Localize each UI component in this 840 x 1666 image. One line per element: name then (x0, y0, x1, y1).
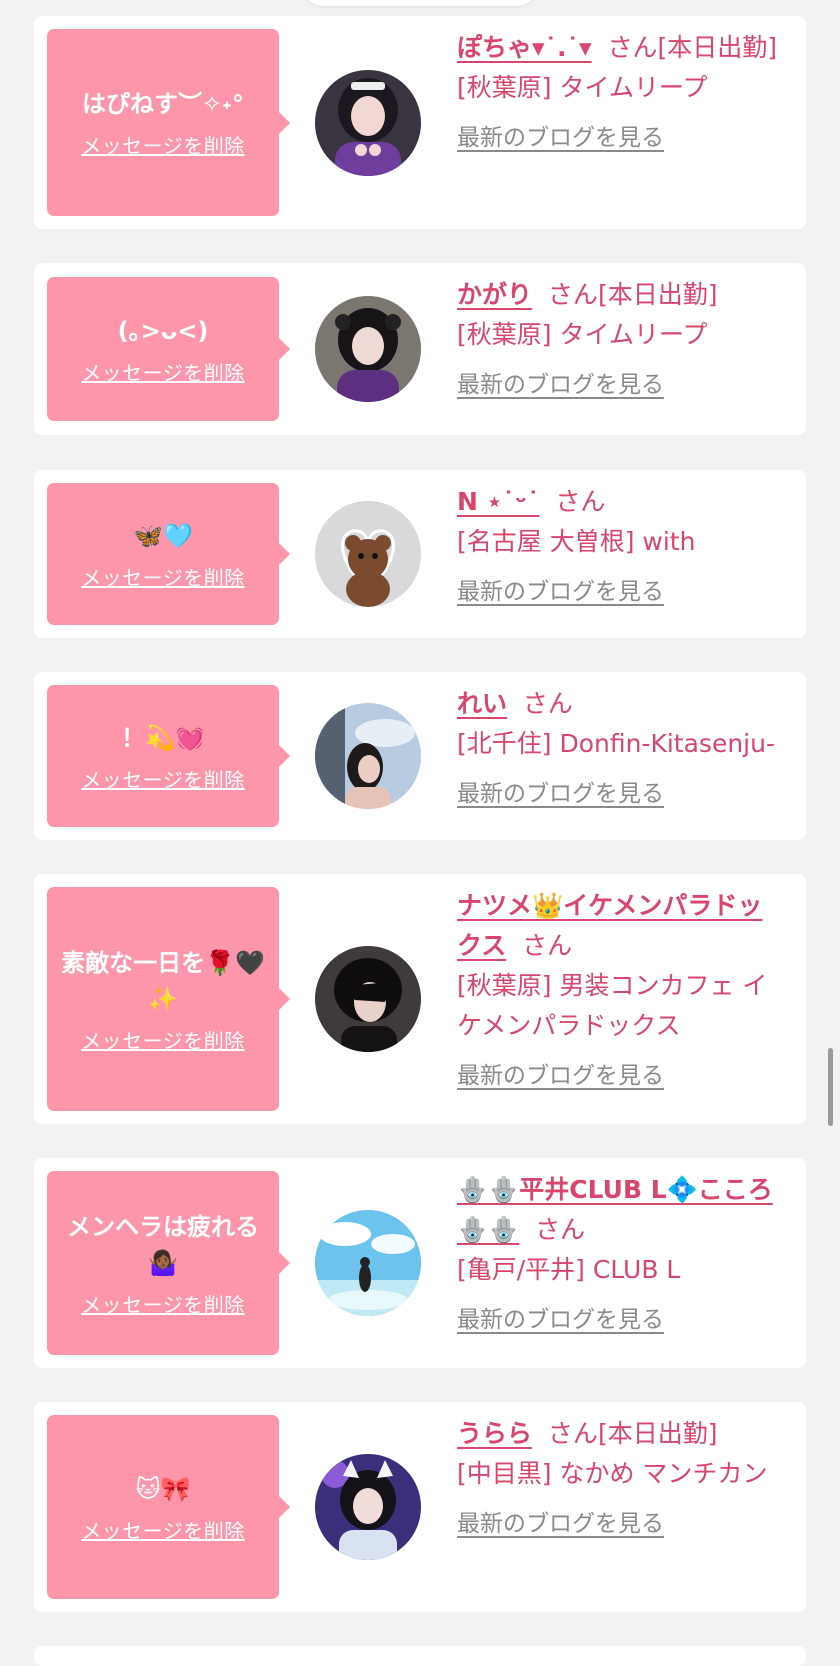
delete-message-link[interactable]: メッセージを削除 (81, 1025, 245, 1054)
message-text: はぴねす︶✧˖° (81, 90, 245, 118)
delete-message-link[interactable]: メッセージを削除 (81, 562, 245, 591)
status-text: [本日出勤] (597, 1419, 718, 1448)
avatar[interactable] (315, 946, 421, 1052)
message-card: 🐱🎀 メッセージを削除 うらら さん[本日出勤] [中目黒] なかめ マンチカン… (34, 1402, 806, 1612)
honorific: さん (555, 487, 606, 516)
cast-info: うらら さん[本日出勤] [中目黒] なかめ マンチカン 最新のブログを見る (457, 1414, 787, 1544)
latest-blog-link[interactable]: 最新のブログを見る (457, 1300, 664, 1340)
avatar[interactable] (315, 70, 421, 176)
latest-blog-link[interactable]: 最新のブログを見る (457, 365, 664, 405)
avatar[interactable] (315, 296, 421, 402)
cast-name-link[interactable]: ナツメ👑イケメンパラドックス (457, 891, 762, 960)
status-text: [本日出勤] (597, 280, 718, 309)
cast-info: N ⋆˙ᵕ˙ さん [名古屋 大曽根] with 最新のブログを見る (457, 482, 787, 612)
cast-name-link[interactable]: ぽちゃ▾˙.˙▾ (457, 33, 592, 62)
avatar[interactable] (315, 501, 421, 607)
cast-name-link[interactable]: N ⋆˙ᵕ˙ (457, 487, 539, 516)
message-text: 🐱🎀 (135, 1474, 191, 1503)
cast-info: ナツメ👑イケメンパラドックス さん [秋葉原] 男装コンカフェ イケメンパラドッ… (457, 886, 787, 1096)
cast-info: 🪬🪬平井CLUB L💠こころ🪬🪬 さん [亀戸/平井] CLUB L 最新のブロ… (457, 1170, 787, 1340)
cast-name-link[interactable]: 🪬🪬平井CLUB L💠こころ🪬🪬 (457, 1175, 773, 1244)
cast-info: ぽちゃ▾˙.˙▾ さん[本日出勤] [秋葉原] タイムリープ 最新のブログを見る (457, 28, 787, 158)
message-card: メンヘラは疲れる🤷🏾‍♀️ メッセージを削除 🪬🪬平井CLUB L💠こころ🪬🪬 … (34, 1158, 806, 1368)
latest-blog-link[interactable]: 最新のブログを見る (457, 572, 664, 612)
delete-message-link[interactable]: メッセージを削除 (81, 130, 245, 159)
message-bubble: 素敵な一日を🌹🖤✨ メッセージを削除 (47, 887, 290, 1111)
message-card: (｡>ᴗ<) メッセージを削除 かがり さん[本日出勤] [秋葉原] タイムリー… (34, 263, 806, 435)
cast-name-link[interactable]: うらら (457, 1419, 532, 1448)
message-card-partial (34, 1646, 806, 1666)
cast-name-link[interactable]: かがり (457, 280, 532, 309)
honorific: さん (547, 1419, 598, 1448)
latest-blog-link[interactable]: 最新のブログを見る (457, 118, 664, 158)
delete-message-link[interactable]: メッセージを削除 (81, 1515, 245, 1544)
message-bubble: ！💫💓 メッセージを削除 (47, 685, 290, 827)
shop-link[interactable]: [名古屋 大曽根] with (457, 527, 695, 556)
latest-blog-link[interactable]: 最新のブログを見る (457, 774, 664, 814)
honorific: さん (535, 1215, 586, 1244)
message-text: メンヘラは疲れる🤷🏾‍♀️ (67, 1212, 259, 1277)
honorific: さん (607, 33, 658, 62)
cast-info: かがり さん[本日出勤] [秋葉原] タイムリープ 最新のブログを見る (457, 275, 787, 405)
avatar[interactable] (315, 1210, 421, 1316)
latest-blog-link[interactable]: 最新のブログを見る (457, 1504, 664, 1544)
message-card: はぴねす︶✧˖° メッセージを削除 ぽちゃ▾˙.˙▾ さん[本日出勤] [秋葉原… (34, 16, 806, 229)
message-text: 素敵な一日を🌹🖤✨ (61, 948, 265, 1013)
message-text: ！💫💓 (121, 723, 205, 752)
honorific: さん (522, 689, 573, 718)
cast-info: れい さん [北千住] Donfin-Kitasenju- 最新のブログを見る (457, 684, 787, 814)
message-bubble: 🦋🩵 メッセージを削除 (47, 483, 290, 625)
message-card: ！💫💓 メッセージを削除 れい さん [北千住] Donfin-Kitasenj… (34, 672, 806, 840)
message-text: 🦋🩵 (133, 521, 193, 550)
shop-link[interactable]: [中目黒] なかめ マンチカン (457, 1459, 767, 1488)
delete-message-link[interactable]: メッセージを削除 (81, 764, 245, 793)
message-bubble: はぴねす︶✧˖° メッセージを削除 (47, 29, 290, 216)
message-card: 素敵な一日を🌹🖤✨ メッセージを削除 ナツメ👑イケメンパラドックス さん [秋葉… (34, 874, 806, 1124)
delete-message-link[interactable]: メッセージを削除 (81, 1289, 245, 1318)
shop-link[interactable]: [秋葉原] 男装コンカフェ イケメンパラドックス (457, 971, 767, 1040)
honorific: さん (522, 931, 573, 960)
message-bubble: (｡>ᴗ<) メッセージを削除 (47, 277, 290, 421)
message-card: 🦋🩵 メッセージを削除 N ⋆˙ᵕ˙ さん [名古屋 大曽根] with 最新の… (34, 470, 806, 638)
honorific: さん (547, 280, 598, 309)
latest-blog-link[interactable]: 最新のブログを見る (457, 1056, 664, 1096)
message-text: (｡>ᴗ<) (117, 316, 209, 345)
message-bubble: 🐱🎀 メッセージを削除 (47, 1415, 290, 1599)
cast-name-link[interactable]: れい (457, 689, 507, 718)
avatar[interactable] (315, 1454, 421, 1560)
message-bubble: メンヘラは疲れる🤷🏾‍♀️ メッセージを削除 (47, 1171, 290, 1355)
shop-link[interactable]: [秋葉原] タイムリープ (457, 73, 707, 102)
delete-message-link[interactable]: メッセージを削除 (81, 357, 245, 386)
shop-link[interactable]: [北千住] Donfin-Kitasenju- (457, 729, 775, 758)
scrollbar[interactable] (828, 1048, 833, 1126)
top-tab (300, 0, 540, 6)
shop-link[interactable]: [亀戸/平井] CLUB L (457, 1255, 680, 1284)
status-text: [本日出勤] (657, 33, 778, 62)
avatar[interactable] (315, 703, 421, 809)
shop-link[interactable]: [秋葉原] タイムリープ (457, 320, 707, 349)
